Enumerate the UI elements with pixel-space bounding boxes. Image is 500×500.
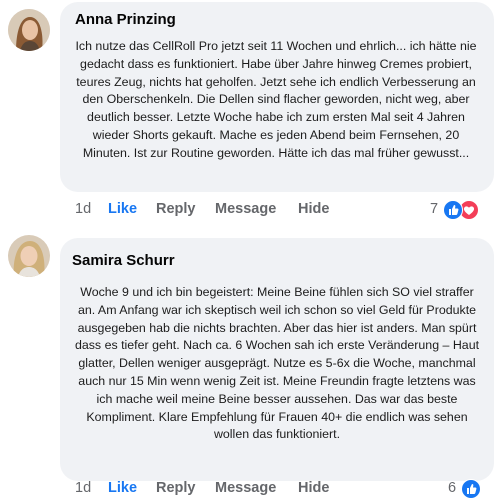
reply-button[interactable]: Reply [156, 201, 196, 217]
avatar-photo [8, 9, 50, 51]
comment-text: Woche 9 und ich bin begeistert: Meine Be… [74, 285, 480, 442]
avatar[interactable] [8, 235, 50, 277]
reaction-count: 7 [430, 201, 439, 217]
like-button[interactable]: Like [108, 480, 137, 496]
reaction-count: 6 [448, 480, 457, 496]
comment-anna: Anna Prinzing Ich nutze das CellRoll Pro… [0, 0, 500, 230]
comment-author[interactable]: Samira Schurr [72, 252, 175, 269]
comment-time[interactable]: 1d [75, 480, 91, 496]
comment-bubble: Anna Prinzing Ich nutze das CellRoll Pro… [60, 2, 494, 192]
avatar-photo [8, 235, 50, 277]
like-reaction-icon [443, 200, 463, 220]
message-button[interactable]: Message [215, 201, 276, 217]
reaction-summary[interactable]: 6 [446, 479, 490, 499]
hide-button[interactable]: Hide [298, 201, 329, 217]
message-button[interactable]: Message [215, 480, 276, 496]
like-button[interactable]: Like [108, 201, 137, 217]
comment-text: Ich nutze das CellRoll Pro jetzt seit 11… [75, 39, 477, 160]
like-reaction-icon [461, 479, 481, 499]
comment-author[interactable]: Anna Prinzing [75, 11, 176, 28]
reaction-summary[interactable]: 7 [428, 200, 488, 220]
reply-button[interactable]: Reply [156, 480, 196, 496]
comment-actions: 1d Like Reply Message Hide [0, 480, 500, 500]
comment-bubble: Samira Schurr Woche 9 und ich bin begeis… [60, 238, 494, 481]
avatar[interactable] [8, 9, 50, 51]
comment-time[interactable]: 1d [75, 201, 91, 217]
comment-actions: 1d Like Reply Message Hide [0, 201, 500, 221]
hide-button[interactable]: Hide [298, 480, 329, 496]
comment-samira: Samira Schurr Woche 9 und ich bin begeis… [0, 230, 500, 500]
